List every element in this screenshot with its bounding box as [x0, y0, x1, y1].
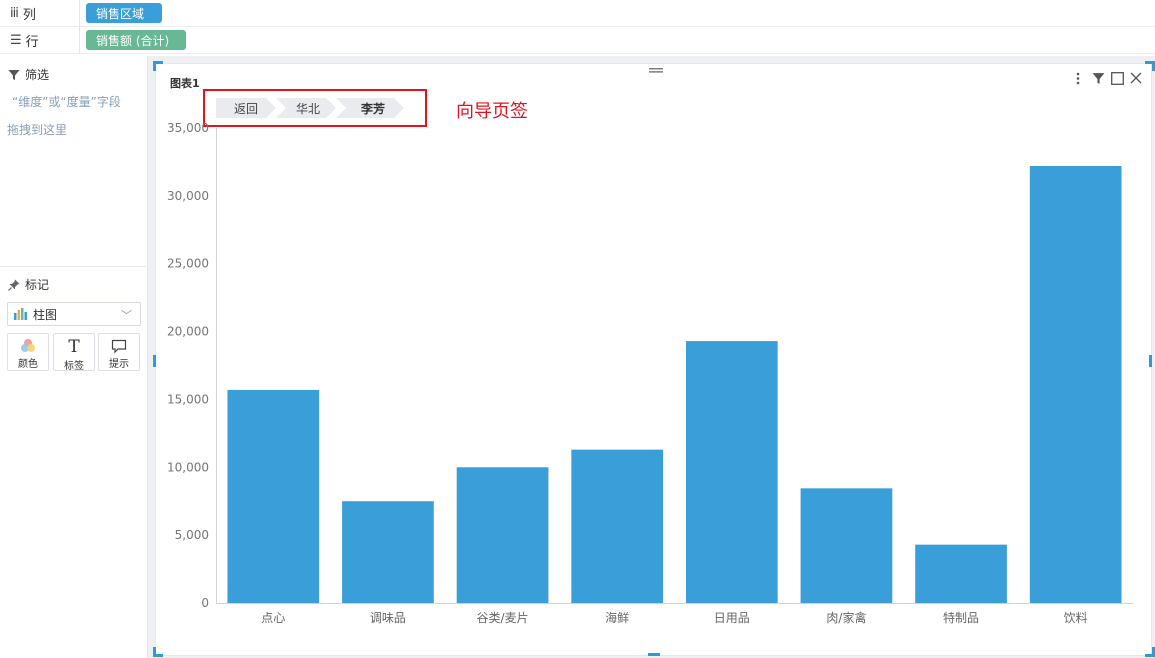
maximize-icon[interactable] [1109, 70, 1125, 86]
filter-title-text: 筛选 [25, 68, 50, 82]
drag-handle-icon[interactable] [649, 67, 663, 75]
marks-title-text: 标记 [25, 278, 50, 292]
color-palette-icon [20, 337, 36, 355]
rows-label-text: 行 [25, 34, 39, 50]
column-field-pill[interactable]: 销售区域 [86, 3, 162, 23]
filter-hint-line1: “维度”或“度量”字段 [12, 95, 121, 109]
label-button[interactable]: T 标签 [53, 333, 95, 372]
pin-icon [8, 279, 20, 291]
bar-chart-icon [14, 308, 27, 320]
annotation-label: 向导页签 [456, 101, 528, 122]
resize-handle-bottom-right[interactable] [1145, 647, 1155, 657]
more-options-icon[interactable] [1070, 70, 1086, 86]
columns-icon: iii [10, 5, 19, 21]
tooltip-bubble-icon [111, 337, 127, 355]
marks-title: 标记 [8, 276, 49, 293]
tooltip-button-label: 提示 [109, 359, 129, 370]
filter-icon [8, 69, 20, 80]
color-button-label: 颜色 [18, 359, 38, 370]
chart-card[interactable] [155, 63, 1152, 656]
close-icon[interactable] [1128, 70, 1144, 86]
left-panel: 筛选 “维度”或“度量”字段 拖拽到这里 标记 柱图 ﹀ 颜色 T 标签 提示 [0, 56, 148, 658]
chart-type-value: 柱图 [33, 307, 58, 322]
rows-shelf-label: ☰ 行 [0, 27, 80, 53]
filter-drop-zone[interactable]: “维度”或“度量”字段 拖拽到这里 [7, 88, 145, 144]
chart-title: 图表1 [170, 77, 200, 90]
tooltip-button[interactable]: 提示 [98, 333, 140, 371]
resize-handle-top-left[interactable] [153, 61, 163, 71]
columns-label-text: 列 [22, 7, 36, 23]
chevron-down-icon: ﹀ [121, 309, 132, 322]
rows-shelf: ☰ 行 销售额 (合计) [0, 27, 1155, 54]
annotation-highlight-box [203, 89, 427, 127]
columns-shelf-label: iii 列 [0, 0, 80, 26]
row-field-pill[interactable]: 销售额 (合计) [86, 30, 186, 50]
text-t-icon: T [68, 337, 80, 357]
color-button[interactable]: 颜色 [7, 333, 49, 371]
filter-title: 筛选 [8, 66, 49, 83]
filter-icon[interactable] [1090, 70, 1106, 86]
filter-hint-line2: 拖拽到这里 [7, 123, 68, 137]
resize-handle-bottom-left[interactable] [153, 647, 163, 657]
resize-handle-right[interactable] [1149, 355, 1152, 367]
columns-shelf: iii 列 销售区域 [0, 0, 1155, 27]
chart-type-select[interactable]: 柱图 ﹀ [7, 302, 141, 326]
rows-icon: ☰ [10, 32, 22, 48]
resize-handle-bottom[interactable] [648, 653, 660, 656]
resize-handle-left[interactable] [153, 355, 156, 367]
label-button-label: 标签 [64, 361, 84, 372]
panel-divider [0, 266, 148, 267]
resize-handle-top-right[interactable] [1145, 61, 1155, 71]
